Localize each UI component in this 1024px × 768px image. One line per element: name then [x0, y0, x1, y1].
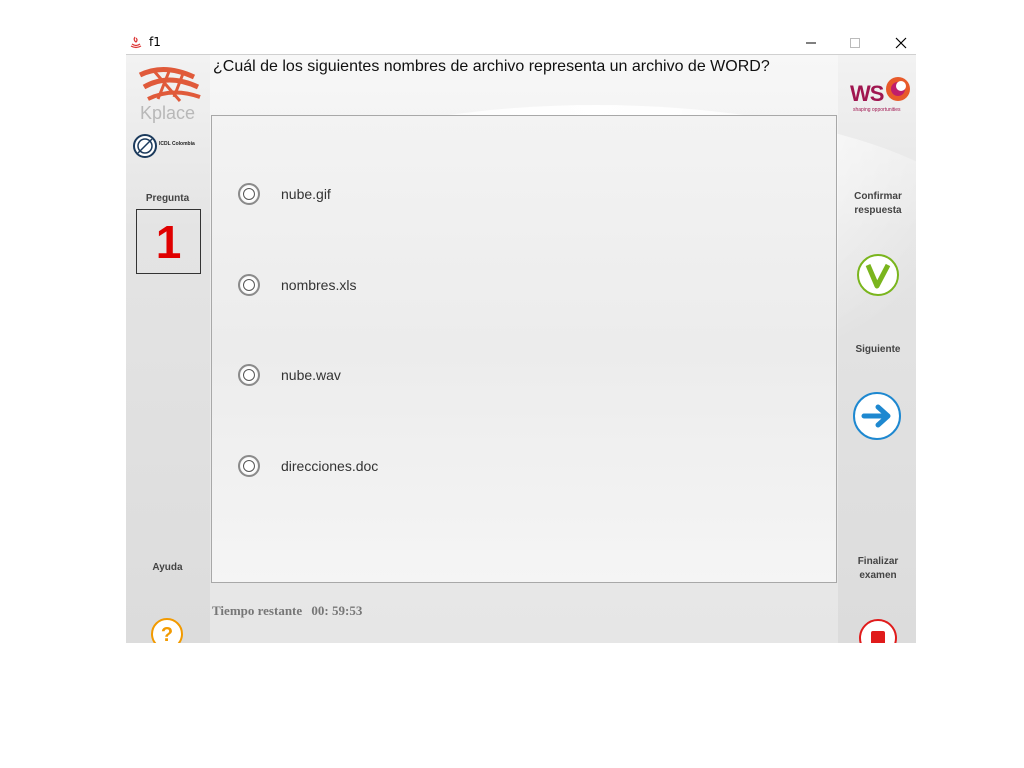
ws-logo-text: WS — [850, 81, 884, 106]
exam-content: ¿Cuál de los siguientes nombres de archi… — [126, 55, 916, 643]
confirm-answer-button[interactable] — [856, 253, 900, 297]
finish-label: Finalizar examen — [857, 556, 899, 581]
help-button[interactable]: ? — [150, 617, 184, 643]
radio-button[interactable] — [238, 183, 260, 205]
finish-exam-button[interactable] — [858, 618, 898, 643]
help-label: Ayuda — [152, 562, 183, 573]
ws-logo: WS shaping opportunities — [848, 75, 916, 115]
time-remaining-label: Tiempo restante — [212, 603, 303, 618]
answer-option[interactable]: nube.wav — [238, 363, 341, 387]
icdl-logo: ICDL Colombia — [132, 133, 212, 159]
icdl-globe-icon — [133, 134, 157, 158]
question-number-label: Pregunta — [145, 193, 190, 204]
question-text: ¿Cuál de los siguientes nombres de archi… — [213, 58, 770, 75]
kplace-logo: Kplace — [134, 65, 204, 125]
svg-text:?: ? — [161, 624, 173, 643]
confirm-label: Confirmar respuesta — [854, 191, 902, 216]
answer-option-label: nube.gif — [281, 186, 331, 202]
arrow-right-icon — [853, 392, 901, 440]
answer-panel: nube.gif nombres.xls nube.wav direccione… — [211, 115, 837, 583]
kplace-logo-text: Kplace — [140, 103, 196, 123]
radio-button[interactable] — [238, 364, 260, 386]
answer-option[interactable]: direcciones.doc — [238, 454, 378, 478]
next-button[interactable] — [852, 391, 902, 441]
minimize-icon — [806, 42, 816, 44]
close-button[interactable] — [878, 32, 924, 54]
maximize-button[interactable] — [832, 32, 878, 54]
question-mark-icon: ? — [151, 618, 183, 643]
answer-option-label: direcciones.doc — [281, 458, 379, 474]
answer-option-label: nube.wav — [281, 367, 341, 383]
next-label: Siguiente — [855, 344, 901, 355]
answer-option[interactable]: nombres.xls — [238, 273, 356, 297]
question-number-box: 1 — [136, 209, 201, 274]
ws-brand-icon — [886, 77, 910, 101]
java-app-icon — [129, 35, 143, 49]
window-title: f1 — [149, 35, 161, 49]
close-icon — [895, 37, 907, 49]
stop-icon — [859, 619, 897, 643]
title-bar: f1 — [126, 32, 916, 55]
answer-option-label: nombres.xls — [281, 277, 357, 293]
time-remaining-value: 00: 59:53 — [311, 603, 363, 618]
kplace-swoosh-icon — [138, 67, 201, 102]
answer-option[interactable]: nube.gif — [238, 182, 331, 206]
minimize-button[interactable] — [788, 32, 834, 54]
time-remaining: Tiempo restante 00: 59:53 — [212, 603, 362, 619]
radio-button[interactable] — [238, 274, 260, 296]
app-window: f1 ¿Cuál de los siguientes nombres de ar… — [126, 32, 916, 643]
ws-tagline: shaping opportunities — [853, 107, 901, 113]
icdl-logo-text: ICDL Colombia — [159, 141, 195, 147]
checkmark-icon — [857, 254, 899, 296]
maximize-icon — [850, 38, 860, 48]
radio-button[interactable] — [238, 455, 260, 477]
